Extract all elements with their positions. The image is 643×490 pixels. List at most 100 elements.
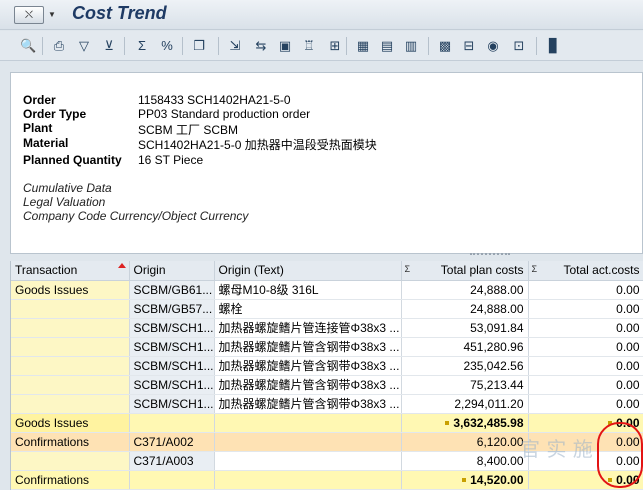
- cell-origin-text: [214, 432, 402, 452]
- cell-text: SCBM/SCH1...: [133, 358, 214, 373]
- layout-select-icon[interactable]: ▤: [378, 37, 396, 55]
- print-icon[interactable]: ⎙: [50, 37, 68, 55]
- cell-origin: C371/A003: [129, 451, 215, 471]
- splitter-handle[interactable]: [470, 253, 510, 257]
- cost-grid: Transaction Origin Origin (Text) Σ Total …: [10, 261, 643, 490]
- material-label: Material: [23, 136, 69, 150]
- table-row[interactable]: SCBM/SCH1... 加热器螺旋鳍片管含钢带Φ38x3 ... 2,294,01…: [11, 394, 643, 414]
- cell-transaction: Goods Issues: [11, 280, 130, 300]
- cell-text: C371/A003: [133, 453, 194, 468]
- currency-icon[interactable]: ◉: [484, 37, 502, 55]
- cell-text: 加热器螺旋鳍片管含钢带Φ38x3 ...: [218, 378, 400, 392]
- conf-row[interactable]: Confirmations C371/A002 6,120.00 0.00: [11, 432, 643, 452]
- total-row[interactable]: Confirmations 14,520.00 0.00: [11, 470, 643, 490]
- export-icon[interactable]: ⇲: [226, 37, 244, 55]
- cell-plan-costs: 14,520.00: [401, 470, 529, 490]
- cell-text: 24,888.00: [470, 282, 524, 297]
- toolbar-separator: [124, 37, 125, 55]
- cell-actual-costs: 0.00: [528, 394, 643, 414]
- cell-plan-costs: 2,294,011.20: [401, 394, 529, 414]
- set-filter-icon[interactable]: ▽: [75, 37, 93, 55]
- print-preview-icon[interactable]: ❐: [190, 37, 208, 55]
- graphic-icon[interactable]: ⊞: [326, 37, 344, 55]
- cell-text: 0.00: [616, 396, 640, 411]
- cell-text: Goods Issues: [15, 282, 89, 297]
- cell-plan-costs: 6,120.00: [401, 432, 529, 452]
- filter-icon[interactable]: ⊻: [100, 37, 118, 55]
- save-icon[interactable]: ▣: [276, 37, 294, 55]
- cell-origin-text: 加热器螺旋鳍片管含钢带Φ38x3 ...: [214, 394, 402, 414]
- cell-plan-costs: 24,888.00: [401, 280, 529, 300]
- cell-text: SCBM/SCH1...: [133, 396, 214, 411]
- subtotal-row[interactable]: Goods Issues 3,632,485.98 0.00: [11, 413, 643, 433]
- order-type-value: PP03 Standard production order: [138, 107, 311, 121]
- column-header-total-actual-costs[interactable]: Σ Total act.costs: [528, 261, 643, 281]
- cell-text: 加热器螺旋鳍片管含钢带Φ38x3 ...: [218, 340, 400, 354]
- info-icon[interactable]: ⊡: [510, 37, 528, 55]
- cell-text: 0.00: [616, 415, 640, 430]
- planned-quantity-label: Planned Quantity: [23, 153, 122, 167]
- toolbar-separator: [428, 37, 429, 55]
- cell-origin-text: [214, 470, 402, 490]
- cell-actual-costs: 0.00: [528, 318, 643, 338]
- cell-origin: [129, 470, 215, 490]
- planned-quantity-value: 16 ST Piece: [138, 153, 204, 167]
- sum-icon: Σ: [531, 264, 538, 274]
- column-header-label: Transaction: [15, 263, 78, 278]
- total-icon[interactable]: Σ: [133, 37, 151, 55]
- column-header-label: Total act.costs: [563, 263, 640, 278]
- column-header-transaction[interactable]: Transaction: [11, 261, 130, 281]
- layout-change-icon[interactable]: ▦: [354, 37, 372, 55]
- send-icon[interactable]: ⇆: [252, 37, 270, 55]
- toolbar-separator: [42, 37, 43, 55]
- cell-plan-costs: 53,091.84: [401, 318, 529, 338]
- columns-icon[interactable]: ⊟: [460, 37, 478, 55]
- cell-transaction: [11, 394, 130, 414]
- table-row[interactable]: SCBM/GB57... 螺栓 24,888.00 0.00: [11, 299, 643, 319]
- total-marker-icon: [608, 421, 613, 426]
- plant-label: Plant: [23, 121, 53, 135]
- column-header-origin-text[interactable]: Origin (Text): [214, 261, 402, 281]
- cell-origin-text: [214, 451, 402, 471]
- cell-origin: SCBM/SCH1...: [129, 356, 215, 376]
- cell-origin-text: 加热器螺旋鳍片管含钢带Φ38x3 ...: [214, 375, 402, 395]
- cell-transaction: [11, 337, 130, 357]
- material-value: SCH1402HA21-5-0 加热器中温段受热面模块: [138, 138, 377, 152]
- hierarchy-icon[interactable]: ▩: [436, 37, 454, 55]
- details-icon[interactable]: 🔍: [19, 37, 37, 55]
- cell-actual-costs: 0.00: [528, 337, 643, 357]
- cell-text: 0.00: [616, 472, 640, 487]
- cell-text: SCBM/SCH1...: [133, 320, 214, 335]
- legal-valuation-note: Legal Valuation: [23, 195, 106, 209]
- table-row[interactable]: Goods Issues SCBM/GB61... 螺母M10-8级 316L 24,…: [11, 280, 643, 300]
- order-label: Order: [23, 93, 56, 107]
- cell-actual-costs: 0.00: [528, 470, 643, 490]
- cell-actual-costs: 0.00: [528, 413, 643, 433]
- cell-plan-costs: 75,213.44: [401, 375, 529, 395]
- column-header-origin[interactable]: Origin: [129, 261, 215, 281]
- toolbar-separator: [182, 37, 183, 55]
- cell-actual-costs: 0.00: [528, 432, 643, 452]
- cell-actual-costs: 0.00: [528, 280, 643, 300]
- cell-transaction: [11, 299, 130, 319]
- cell-origin: C371/A002: [129, 432, 215, 452]
- abc-analysis-icon[interactable]: ♖: [300, 37, 318, 55]
- title-bar: ⛌ ▼ Cost Trend: [0, 0, 643, 30]
- chevron-down-icon[interactable]: ▼: [46, 6, 58, 24]
- cell-plan-costs: 24,888.00: [401, 299, 529, 319]
- column-header-total-plan-costs[interactable]: Σ Total plan costs: [401, 261, 529, 281]
- cell-origin: SCBM/SCH1...: [129, 318, 215, 338]
- bar-chart-icon[interactable]: ▊: [545, 37, 563, 55]
- layout-save-icon[interactable]: ▥: [402, 37, 420, 55]
- cell-actual-costs: 0.00: [528, 375, 643, 395]
- table-row[interactable]: C371/A003 8,400.00 0.00: [11, 451, 643, 471]
- table-row[interactable]: SCBM/SCH1... 加热器螺旋鳍片管含钢带Φ38x3 ... 75,213.4…: [11, 375, 643, 395]
- table-row[interactable]: SCBM/SCH1... 加热器螺旋鳍片管连接管Φ38x3 ... 53,091.8…: [11, 318, 643, 338]
- cell-text: 0.00: [616, 453, 640, 468]
- cell-text: 6,120.00: [476, 434, 524, 449]
- menu-icon[interactable]: ⛌: [14, 6, 44, 24]
- table-row[interactable]: SCBM/SCH1... 加热器螺旋鳍片管含钢带Φ38x3 ... 451,280.…: [11, 337, 643, 357]
- cell-text: 0.00: [616, 434, 640, 449]
- subtotal-icon[interactable]: %: [158, 37, 176, 55]
- table-row[interactable]: SCBM/SCH1... 加热器螺旋鳍片管含钢带Φ38x3 ... 235,042.…: [11, 356, 643, 376]
